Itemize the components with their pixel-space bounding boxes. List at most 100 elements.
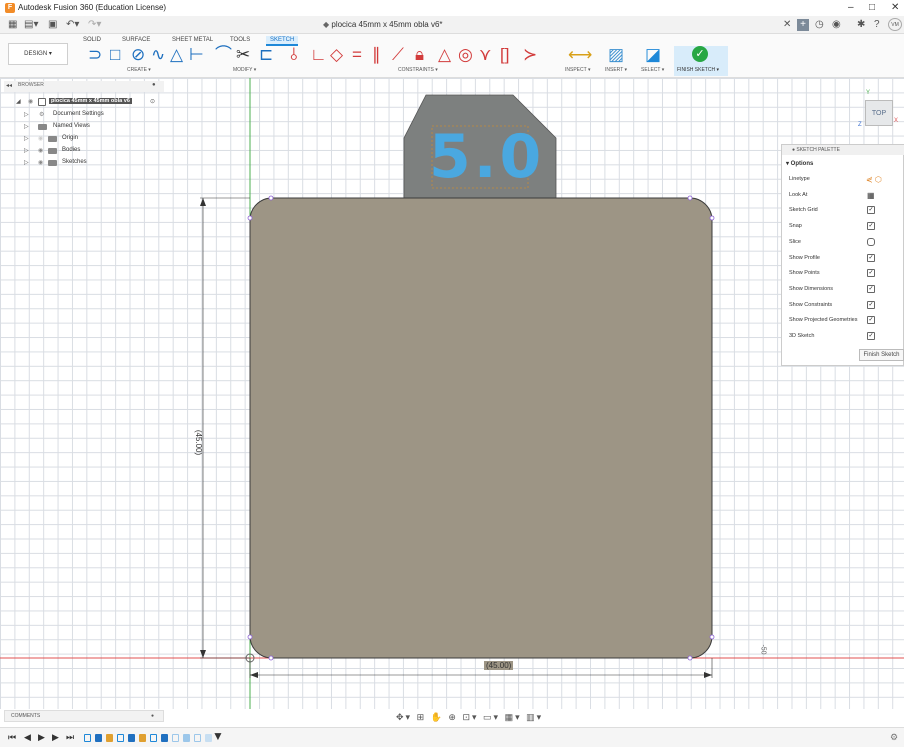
orbit-icon[interactable]: ✥▾ — [396, 712, 412, 722]
timeline-feature[interactable] — [150, 734, 157, 742]
browser-item-document-settings[interactable]: ▷ ⚙ Document Settings — [4, 110, 144, 121]
palette-checkbox-checked[interactable]: ✓ — [867, 300, 875, 309]
browser-item-origin[interactable]: ▷ ◉ Origin — [4, 134, 144, 145]
view-cube[interactable]: TOP — [865, 100, 893, 126]
browser-header[interactable]: ◂◂ BROWSER ● — [4, 81, 164, 92]
palette-checkbox-checked[interactable]: ✓ — [867, 316, 875, 325]
rectangle-icon[interactable]: □ — [110, 46, 120, 63]
hidden-eye-icon[interactable]: ◉ — [38, 135, 43, 142]
vertical-dimension-label[interactable]: (45.00) — [194, 430, 203, 455]
options-section-header[interactable]: ▾ Options — [786, 160, 813, 167]
go-to-start-icon[interactable]: ⏮ — [8, 732, 16, 743]
browser-item-named-views[interactable]: ▷ Named Views — [4, 122, 144, 133]
expanded-arrow-icon[interactable]: ◢ — [16, 98, 21, 105]
triangle-constraint-icon[interactable]: △ — [438, 46, 451, 63]
lock-constraint-icon[interactable]: 🔒︎ — [415, 46, 424, 63]
timeline-feature[interactable] — [183, 734, 190, 742]
user-avatar[interactable]: VM — [888, 18, 902, 31]
palette-checkbox-checked[interactable]: ✓ — [867, 284, 875, 293]
timeline-feature[interactable] — [139, 734, 146, 742]
visibility-eye-icon[interactable]: ◉ — [38, 147, 43, 154]
concentric-constraint-icon[interactable]: ◎ — [458, 46, 473, 63]
timeline-marker-icon[interactable]: ▼ — [212, 729, 224, 743]
tab-sheet-metal[interactable]: SHEET METAL — [172, 37, 213, 43]
polygon-icon[interactable]: △ — [170, 46, 183, 63]
job-status-icon[interactable]: ◷ — [815, 19, 824, 30]
fillet-icon[interactable]: ⌒ — [215, 46, 232, 63]
redo-icon[interactable]: ↷▾ — [88, 19, 101, 30]
grid-settings-icon[interactable]: ▦▾ — [505, 712, 522, 722]
visibility-eye-icon[interactable]: ◉ — [38, 159, 43, 166]
equal-constraint-icon[interactable]: = — [352, 46, 362, 63]
create-menu[interactable]: CREATE ▾ — [127, 67, 151, 73]
expand-arrow-icon[interactable]: ▷ — [24, 123, 29, 130]
maximize-button[interactable]: □ — [869, 2, 875, 13]
insert-image-icon[interactable]: ▨ — [608, 46, 624, 63]
timeline-feature[interactable] — [194, 734, 201, 742]
document-tab[interactable]: ◆ plocica 45mm x 45mm obla v6* — [323, 20, 443, 29]
tangent-constraint-icon[interactable]: ◇ — [330, 46, 343, 63]
palette-checkbox-checked[interactable]: ✓ — [867, 222, 875, 231]
tab-tools[interactable]: TOOLS — [230, 37, 250, 43]
palette-finish-sketch-button[interactable]: Finish Sketch — [859, 349, 904, 361]
visibility-eye-icon[interactable]: ◉ — [28, 98, 33, 105]
timeline-feature[interactable] — [172, 734, 179, 742]
finish-sketch-button[interactable]: ✓ FINISH SKETCH ▾ — [674, 46, 728, 76]
collapse-browser-icon[interactable]: ◂◂ — [6, 82, 12, 89]
timeline-feature[interactable] — [128, 734, 135, 742]
create-sketch-icon[interactable]: ⊃ — [88, 46, 102, 63]
expand-arrow-icon[interactable]: ▷ — [24, 147, 29, 154]
timeline-feature[interactable] — [95, 734, 102, 742]
tab-solid[interactable]: SOLID — [83, 37, 101, 43]
close-tab-icon[interactable]: ✕ — [783, 19, 791, 30]
extensions-icon[interactable]: ✱ — [857, 19, 865, 30]
trim-icon[interactable]: ✂ — [236, 46, 250, 63]
save-icon[interactable]: ▣ — [48, 19, 57, 30]
perpendicular-constraint-icon[interactable]: ∟ — [310, 46, 327, 63]
timeline-feature[interactable] — [161, 734, 168, 742]
timeline-feature[interactable] — [117, 734, 124, 742]
browser-item-sketches[interactable]: ▷ ◉ Sketches — [4, 158, 144, 169]
workspace-switcher[interactable]: DESIGN ▾ — [8, 43, 68, 65]
design-canvas[interactable]: 5.0 (45.00) (45.00) -50 — [0, 78, 904, 709]
browser-root-item[interactable]: ◢ ◉ plocica 45mm x 45mm obla v6 ⊙ — [4, 97, 164, 108]
close-window-button[interactable]: ✕ — [891, 2, 899, 13]
expand-arrow-icon[interactable]: ▷ — [24, 111, 29, 118]
timeline-feature[interactable] — [205, 734, 212, 742]
inspect-menu[interactable]: INSPECT ▾ — [565, 67, 590, 73]
new-tab-icon[interactable]: + — [797, 19, 809, 31]
measure-icon[interactable]: ⟷ — [568, 46, 592, 63]
symmetry-constraint-icon[interactable]: [] — [500, 46, 509, 63]
palette-checkbox-checked[interactable]: ✓ — [867, 206, 875, 215]
select-icon[interactable]: ◪ — [645, 46, 661, 63]
slot-icon[interactable]: ⊢ — [189, 46, 204, 63]
palette-checkbox-checked[interactable]: ✓ — [867, 253, 875, 262]
expand-arrow-icon[interactable]: ▷ — [24, 135, 29, 142]
fit-icon[interactable]: ⊡▾ — [462, 712, 478, 722]
modify-menu[interactable]: MODIFY ▾ — [233, 67, 256, 73]
step-back-icon[interactable]: ◀ — [24, 732, 31, 743]
file-menu-icon[interactable]: ▤▾ — [24, 19, 38, 30]
play-icon[interactable]: ▶ — [38, 732, 45, 743]
select-menu[interactable]: SELECT ▾ — [641, 67, 664, 73]
smooth-constraint-icon[interactable]: ≻ — [523, 46, 537, 63]
notifications-icon[interactable]: ◉ — [832, 19, 841, 30]
collinear-constraint-icon[interactable]: ⟋ — [392, 46, 404, 63]
minimize-button[interactable]: – — [848, 2, 854, 13]
sketch-palette-header[interactable]: ● SKETCH PALETTE — [782, 145, 904, 155]
offset-icon[interactable]: ⊏ — [259, 46, 273, 63]
constraints-menu[interactable]: CONSTRAINTS ▾ — [398, 67, 438, 73]
embossed-text[interactable]: 5.0 — [429, 124, 541, 190]
pan-icon[interactable]: ✋ — [431, 712, 444, 722]
insert-menu[interactable]: INSERT ▾ — [605, 67, 627, 73]
browser-pin-icon[interactable]: ● — [152, 82, 156, 88]
step-forward-icon[interactable]: ▶ — [52, 732, 59, 743]
tab-surface[interactable]: SURFACE — [122, 37, 150, 43]
app-grid-icon[interactable]: ▦ — [8, 19, 17, 30]
zoom-icon[interactable]: ⊕ — [448, 712, 458, 722]
timeline-feature[interactable] — [84, 734, 91, 742]
display-settings-icon[interactable]: ▭▾ — [483, 712, 500, 722]
look-at-icon[interactable]: ▦ — [867, 191, 875, 200]
spline-icon[interactable]: ∿ — [151, 46, 165, 63]
horizontal-dimension-label[interactable]: (45.00) — [484, 661, 514, 670]
